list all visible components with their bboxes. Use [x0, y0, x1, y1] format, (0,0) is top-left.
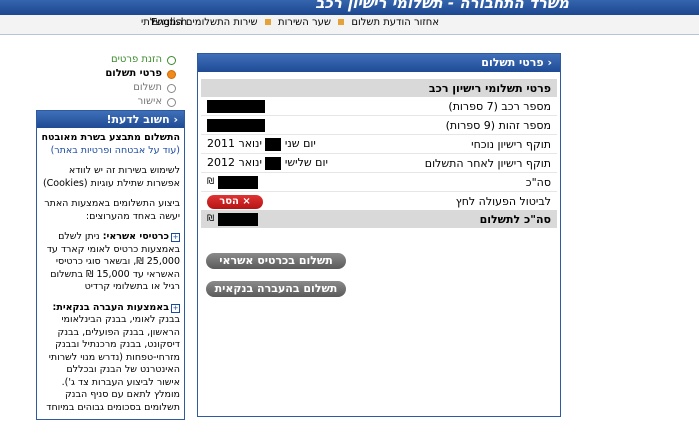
cookies-note: לשימוש בשירות זה יש לוודא אפשרות שתילת ע…	[42, 165, 180, 189]
current-license-day: יום שני	[284, 137, 316, 151]
table-row: מספר רכב (7 ספרות)	[201, 97, 557, 116]
redacted-value	[265, 137, 282, 151]
table-row: מספר זהות (9 ספרות)	[201, 115, 557, 135]
new-license-date: ינואר 2012	[207, 156, 262, 170]
pay-credit-button[interactable]: תשלום בכרטיס אשראי	[206, 253, 346, 269]
redacted-value	[217, 212, 258, 226]
progress-steps: הזנת פרטים פרטי תשלום תשלום אישור	[96, 54, 176, 110]
step-confirmation: אישור	[96, 96, 176, 110]
step-payment: תשלום	[96, 82, 176, 96]
step-pending-icon	[167, 98, 176, 107]
nav-link-retrieve-payment[interactable]: אחזור הודעת תשלום	[351, 17, 439, 28]
panel-title: ‹ פרטי תשלום	[198, 54, 560, 72]
important-title: ‹ חשוב לדעת!	[37, 111, 184, 128]
secure-title: התשלום מתבצע בשרת מאובטח	[41, 132, 180, 143]
step-current-icon	[167, 70, 176, 79]
shekel-icon: ₪	[207, 177, 215, 188]
top-banner: משרד התחבורה - תשלומי רישיון רכב	[0, 0, 699, 15]
step-enter-details: הזנת פרטים	[96, 54, 176, 68]
nav-bullet-icon	[338, 19, 345, 25]
remove-button[interactable]: × הסר	[207, 194, 263, 209]
site-title: משרד התחבורה - תשלומי רישיון רכב	[315, 0, 569, 12]
expand-icon[interactable]: +	[171, 233, 180, 242]
label-subtotal: סה"כ	[418, 172, 557, 192]
bank-text: בבנק לאומי, בבנק הבינלאומי הראשון, בבנק …	[46, 314, 180, 413]
shekel-icon: ₪	[207, 214, 215, 225]
table-row: יום שלישי ינואר 2012 תוקף רישיון לאחר הת…	[201, 153, 557, 173]
redacted-value	[207, 99, 265, 113]
details-table: פרטי תשלומי רישיון רכב מספר רכב (7 ספרות…	[201, 79, 557, 228]
bank-title: באמצעות העברה בנקאית:	[52, 301, 169, 313]
important-info-box: ‹ חשוב לדעת! התשלום מתבצע בשרת מאובטח (ע…	[36, 110, 185, 420]
table-row: ₪ סה"כ	[201, 172, 557, 192]
table-row: × הסר לביטול הפעולה לחץ	[201, 192, 557, 211]
new-license-day: יום שלישי	[284, 156, 328, 170]
english-link[interactable]: English	[151, 17, 187, 28]
payment-details-panel: ‹ פרטי תשלום פרטי תשלומי רישיון רכב מספר…	[197, 53, 561, 417]
step-check-icon	[167, 56, 176, 65]
label-new-license: תוקף רישיון לאחר התשלום	[418, 153, 557, 173]
step-pending-icon	[167, 84, 176, 93]
table-row: פרטי תשלומי רישיון רכב	[201, 79, 557, 97]
label-id-number: מספר זהות (9 ספרות)	[418, 115, 557, 135]
redacted-value	[265, 156, 282, 170]
step-payment-details: פרטי תשלום	[96, 68, 176, 82]
current-license-date: ינואר 2011	[207, 137, 262, 151]
redacted-value	[207, 118, 265, 132]
nav-link-service-gate[interactable]: שער השירות	[278, 17, 331, 28]
label-car-number: מספר רכב (7 ספרות)	[418, 97, 557, 116]
label-total: סה"כ לתשלום	[418, 210, 557, 228]
label-cancel: לביטול הפעולה לחץ	[455, 194, 551, 208]
credit-title: כרטיסי אשראי:	[102, 231, 169, 242]
expand-icon[interactable]: +	[171, 303, 180, 313]
label-current-license: תוקף רישיון נוכחי	[418, 134, 557, 154]
table-row: ₪ סה"כ לתשלום	[201, 210, 557, 228]
table-row: יום שני ינואר 2011 תוקף רישיון נוכחי	[201, 134, 557, 154]
security-link[interactable]: (עוד על אבטחה ופרטיות באתר)	[51, 145, 180, 156]
methods-intro: ביצוע התשלומים באמצעות האתר יעשה באחד מה…	[44, 198, 180, 222]
top-navbar: אחזור הודעת תשלום שער השירות שירות התשלו…	[0, 15, 699, 35]
nav-bullet-icon	[264, 19, 271, 25]
section-title: פרטי תשלומי רישיון רכב	[201, 79, 557, 97]
redacted-value	[217, 175, 258, 189]
pay-bank-button[interactable]: תשלום בהעברה בנקאית	[206, 281, 346, 297]
